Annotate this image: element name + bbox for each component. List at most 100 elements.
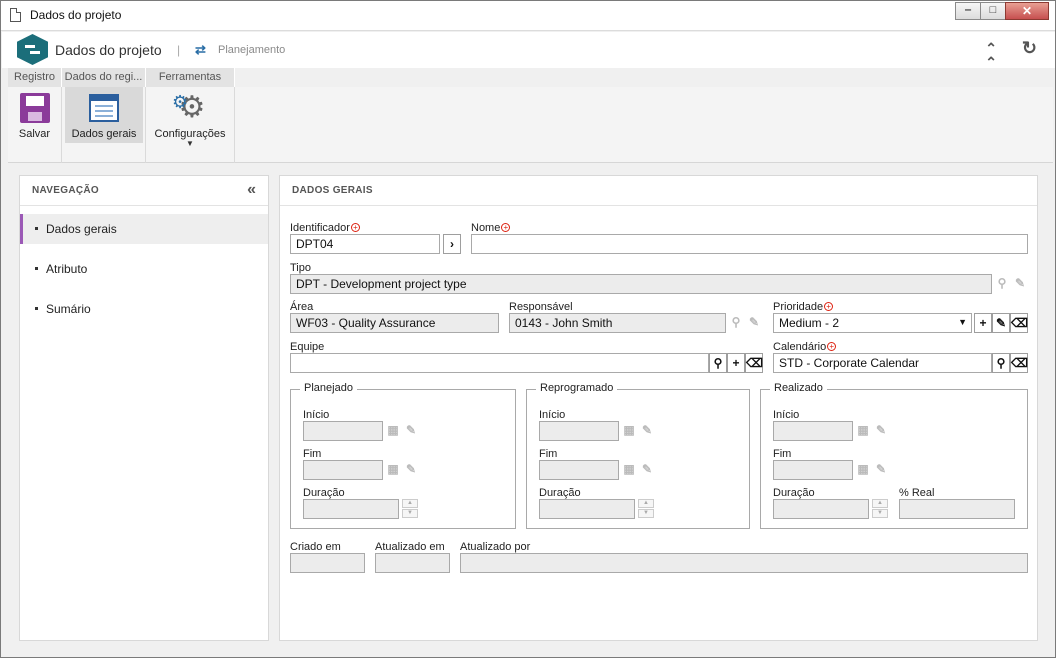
- equipe-add-button[interactable]: +: [727, 353, 745, 373]
- equipe-field[interactable]: [290, 353, 709, 373]
- app-window: Dados do projeto ‒ □ ✕ Dados do projeto …: [0, 0, 1056, 658]
- criado-em-field[interactable]: [290, 553, 365, 573]
- app-header: Dados do projeto | ⇄ Planejamento ⌃ ⌃ ↻: [2, 32, 1055, 69]
- clear-icon: ✎: [405, 462, 417, 476]
- document-icon: [10, 8, 21, 22]
- navigation-title: NAVEGAÇÃO: [32, 185, 99, 196]
- tipo-label: Tipo: [290, 262, 311, 274]
- window-titlebar: Dados do projeto ‒ □ ✕: [1, 1, 1055, 31]
- clear-icon: ✎: [641, 423, 653, 437]
- nav-item-dados-gerais[interactable]: Dados gerais: [20, 214, 268, 244]
- criado-em-label: Criado em: [290, 541, 341, 553]
- realizado-percent-field[interactable]: [899, 499, 1015, 519]
- tipo-field[interactable]: DPT - Development project type: [290, 274, 992, 294]
- responsavel-field[interactable]: 0143 - John Smith: [509, 313, 726, 333]
- duracao-spinner: ▲ ▼: [401, 499, 419, 519]
- prioridade-edit-button[interactable]: ✎: [992, 313, 1010, 333]
- clear-icon: ✎: [641, 462, 653, 476]
- required-icon: +: [824, 302, 834, 311]
- section-title: DADOS GERAIS: [292, 185, 373, 196]
- planejado-fim-field[interactable]: [303, 460, 383, 480]
- calendario-label: Calendário +: [773, 341, 837, 353]
- calendario-search-button[interactable]: ⚲: [992, 353, 1010, 373]
- next-arrow-button[interactable]: ›: [443, 234, 461, 254]
- atualizado-em-label: Atualizado em: [375, 541, 445, 553]
- atualizado-em-field[interactable]: [375, 553, 450, 573]
- nome-label: Nome +: [471, 222, 511, 234]
- calendario-clear-button[interactable]: ⌫: [1010, 353, 1028, 373]
- prioridade-label: Prioridade +: [773, 301, 834, 313]
- nav-item-sumario[interactable]: Sumário: [20, 294, 268, 324]
- ribbon-tab-registro[interactable]: Registro: [8, 68, 62, 87]
- reprogramado-inicio-field[interactable]: [539, 421, 619, 441]
- minimize-button[interactable]: ‒: [955, 2, 981, 20]
- equipe-label: Equipe: [290, 341, 325, 353]
- realizado-duracao-field[interactable]: [773, 499, 869, 519]
- collapse-header-icon[interactable]: ⌃ ⌃: [985, 41, 997, 69]
- planejado-group: Planejado Início ▦ ✎ Fim ▦ ✎ Duração ▲ ▼: [290, 382, 516, 529]
- chevron-down-icon: ▼: [958, 317, 967, 327]
- prioridade-add-button[interactable]: +: [974, 313, 992, 333]
- required-icon: +: [501, 223, 511, 232]
- duracao-spinner: ▲ ▼: [637, 499, 655, 519]
- save-icon: [20, 93, 50, 123]
- clear-icon: ✎: [405, 423, 417, 437]
- reprogramado-duracao-field[interactable]: [539, 499, 635, 519]
- responsavel-clear-icon: ✎: [748, 315, 760, 329]
- equipe-search-button[interactable]: ⚲: [709, 353, 727, 373]
- required-icon: +: [827, 342, 837, 351]
- general-data-button[interactable]: Dados gerais: [65, 87, 143, 143]
- planning-icon: ⇄: [195, 42, 206, 57]
- area-field[interactable]: WF03 - Quality Assurance: [290, 313, 499, 333]
- calendar-icon: ▦: [857, 423, 869, 437]
- module-label: Planejamento: [218, 44, 286, 56]
- tipo-search-icon: ⚲: [997, 276, 1007, 290]
- responsavel-search-icon: ⚲: [731, 315, 741, 329]
- planejado-duracao-field[interactable]: [303, 499, 399, 519]
- realizado-fim-field[interactable]: [773, 460, 853, 480]
- calendar-icon: ▦: [387, 423, 399, 437]
- reprogramado-fim-field[interactable]: [539, 460, 619, 480]
- nome-field[interactable]: [471, 234, 1028, 254]
- duracao-spinner: ▲ ▼: [871, 499, 889, 519]
- prioridade-select[interactable]: Medium - 2 ▼: [773, 313, 972, 333]
- calendario-field[interactable]: STD - Corporate Calendar: [773, 353, 992, 373]
- ribbon-toolbar: Salvar Dados gerais ⚙ ⚙ Configurações ▼: [8, 87, 1053, 163]
- close-button[interactable]: ✕: [1005, 2, 1049, 20]
- calendar-icon: ▦: [623, 462, 635, 476]
- nav-item-atributo[interactable]: Atributo: [20, 254, 268, 284]
- equipe-clear-button[interactable]: ⌫: [745, 353, 763, 373]
- identificador-field[interactable]: DPT04: [290, 234, 440, 254]
- gear-icon: ⚙ ⚙: [172, 91, 206, 124]
- header-separator: |: [177, 43, 181, 57]
- collapse-nav-icon[interactable]: «: [247, 181, 256, 199]
- prioridade-clear-button[interactable]: ⌫: [1010, 313, 1028, 333]
- required-icon: +: [350, 223, 360, 232]
- app-logo-icon: [17, 34, 48, 65]
- page-title: Dados do projeto: [55, 42, 162, 58]
- maximize-button[interactable]: □: [980, 2, 1006, 20]
- window-title: Dados do projeto: [30, 8, 122, 22]
- realizado-inicio-field[interactable]: [773, 421, 853, 441]
- area-label: Área: [290, 301, 314, 313]
- clear-icon: ✎: [875, 462, 887, 476]
- ribbon-tabs: Registro Dados do regi... Ferramentas: [8, 68, 235, 87]
- responsavel-label: Responsável: [509, 301, 573, 313]
- calendar-icon: ▦: [387, 462, 399, 476]
- dropdown-caret-icon: ▼: [186, 139, 194, 148]
- calendar-icon: ▦: [857, 462, 869, 476]
- refresh-icon[interactable]: ↻: [1022, 38, 1037, 59]
- realizado-group: Realizado Início ▦ ✎ Fim ▦ ✎ Duração ▲ ▼ …: [760, 382, 1028, 529]
- planejado-inicio-field[interactable]: [303, 421, 383, 441]
- navigation-panel: NAVEGAÇÃO « Dados gerais Atributo Sumári…: [19, 175, 269, 641]
- general-data-panel: DADOS GERAIS Identificador + DPT04 › Nome…: [279, 175, 1038, 641]
- atualizado-por-field[interactable]: [460, 553, 1028, 573]
- clear-icon: ✎: [875, 423, 887, 437]
- identificador-label: Identificador +: [290, 222, 360, 234]
- tipo-clear-icon: ✎: [1014, 276, 1026, 290]
- calendar-icon: ▦: [623, 423, 635, 437]
- ribbon-tab-dados[interactable]: Dados do regi...: [62, 68, 146, 87]
- configurations-button[interactable]: ⚙ ⚙ Configurações ▼: [146, 87, 234, 155]
- save-button[interactable]: Salvar: [8, 87, 61, 143]
- ribbon-tab-ferramentas[interactable]: Ferramentas: [146, 68, 235, 87]
